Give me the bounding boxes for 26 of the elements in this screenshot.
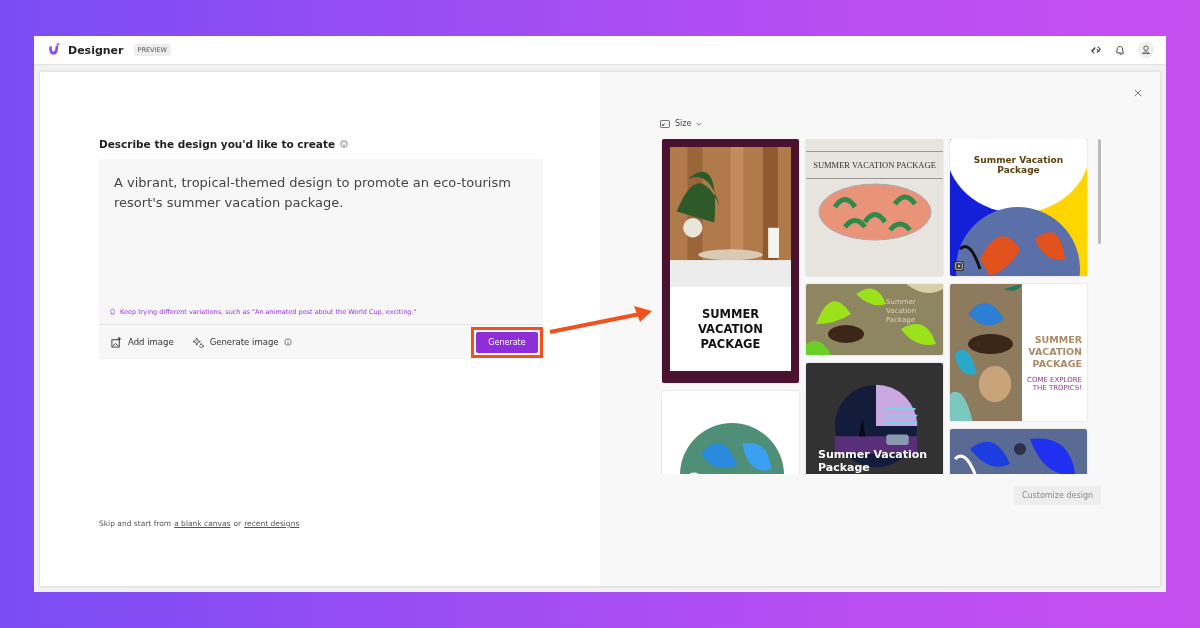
design-title: Summer Vacation Package: [972, 155, 1065, 175]
size-dropdown[interactable]: Size: [660, 119, 703, 128]
design-thumbnail[interactable]: Summer Vacation Package: [950, 139, 1087, 276]
chevron-down-icon: [696, 121, 703, 126]
resize-icon: [660, 119, 670, 128]
design-title: SUMMER VACATION PACKAGE: [806, 151, 943, 179]
logo-icon: [46, 42, 62, 58]
prompt-heading: Describe the design you'd like to create: [99, 138, 336, 150]
add-image-button[interactable]: Add image: [111, 336, 174, 348]
info-icon[interactable]: [340, 140, 349, 148]
design-title: Summer Vacation Package: [818, 448, 929, 474]
generate-image-button[interactable]: Generate image: [192, 336, 279, 348]
generate-button[interactable]: Generate: [476, 331, 538, 353]
app-name: Designer: [68, 43, 124, 57]
info-icon[interactable]: [283, 338, 292, 346]
close-icon[interactable]: [1134, 89, 1142, 97]
design-thumbnail[interactable]: Summer Vacation Package: [806, 363, 943, 474]
design-title: SUMMER VACATION PACKAGE: [670, 287, 791, 371]
lightbulb-icon: [109, 308, 116, 316]
sparkle-icon: [192, 336, 204, 348]
design-thumbnail[interactable]: SUMMER VACATION PACKAGE: [806, 139, 943, 276]
bell-icon[interactable]: [1114, 44, 1126, 56]
design-thumbnail[interactable]: SUMMER VACATION PACKAGE: [662, 139, 799, 383]
design-title: SUMMER VACATION PACKAGE: [1027, 333, 1082, 370]
avatar-icon[interactable]: [1138, 42, 1154, 58]
image-icon: [111, 336, 122, 348]
